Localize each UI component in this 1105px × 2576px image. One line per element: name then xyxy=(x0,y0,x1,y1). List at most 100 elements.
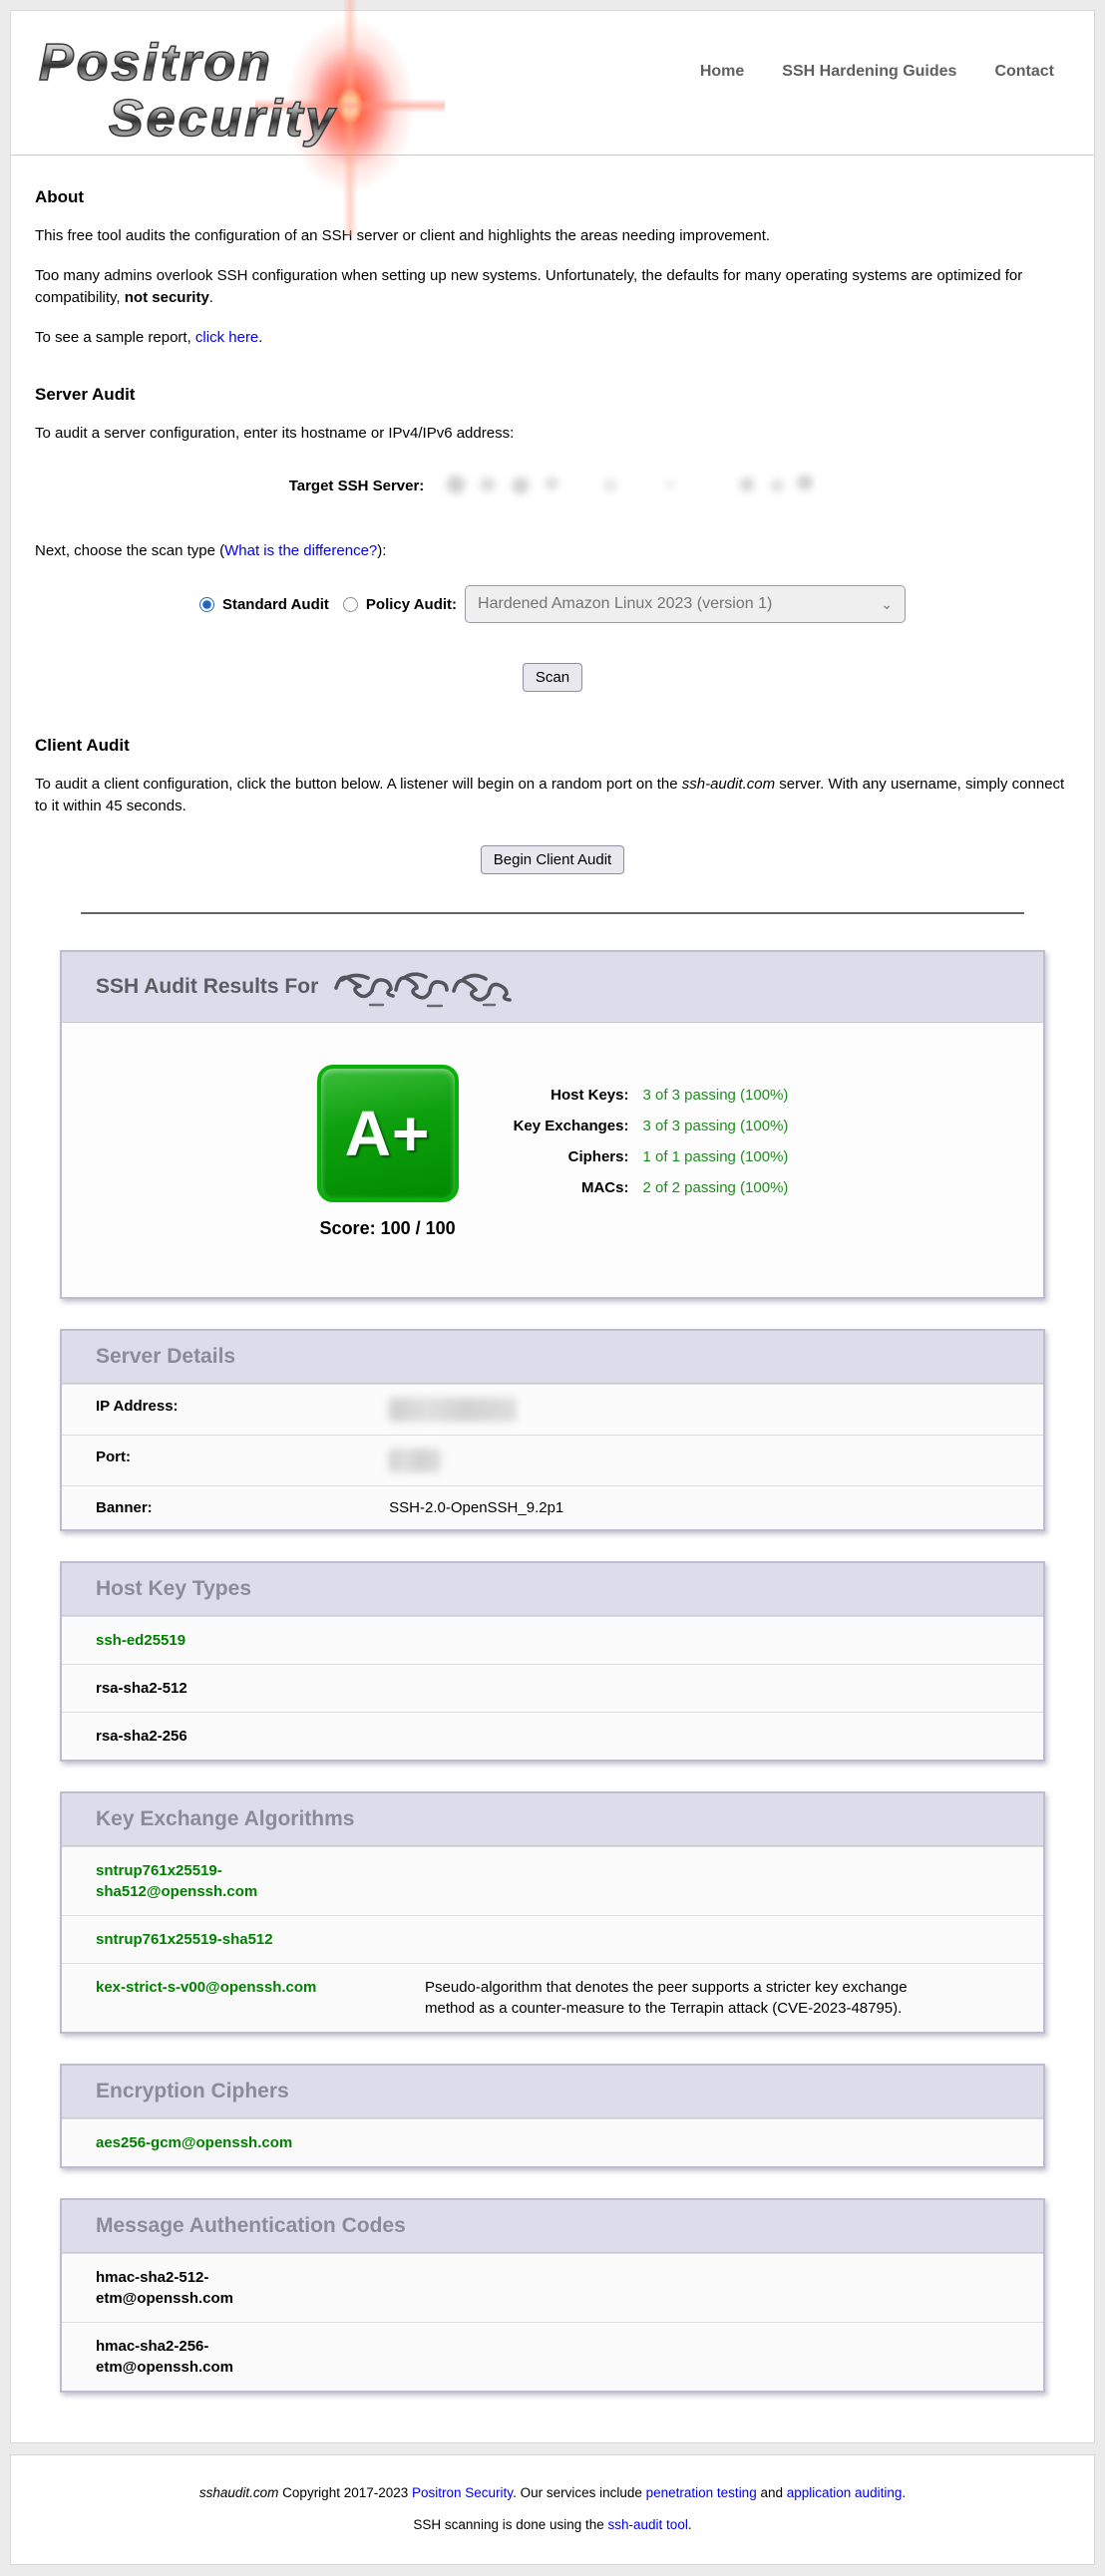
results-summary-body: A+ Score: 100 / 100 Host Keys: 3 of 3 pa… xyxy=(62,1023,1043,1297)
redacted-hostname-scribble xyxy=(332,966,522,1008)
stat-label-key-exchanges: Key Exchanges: xyxy=(514,1118,629,1134)
target-ssh-server-input[interactable] xyxy=(432,471,816,500)
client-audit-heading: Client Audit xyxy=(35,736,1074,756)
target-ssh-server-label: Target SSH Server: xyxy=(289,478,425,494)
table-row: sntrup761x25519-sha512 xyxy=(62,1915,1043,1963)
macs-header: Message Authentication Codes xyxy=(62,2200,1043,2253)
table-row: Banner: SSH-2.0-OpenSSH_9.2p1 xyxy=(62,1485,1043,1529)
chevron-down-icon: ⌄ xyxy=(881,599,893,609)
footer-link-penetration-testing[interactable]: penetration testing xyxy=(646,2485,757,2500)
footer-link-positron-security[interactable]: Positron Security xyxy=(412,2485,513,2500)
site-footer: sshaudit.com Copyright 2017-2023 Positro… xyxy=(10,2454,1095,2565)
mac-name: hmac-sha2-512-etm@openssh.com xyxy=(96,2267,323,2309)
redacted-port-value xyxy=(389,1449,441,1472)
scan-type-difference-link[interactable]: What is the difference? xyxy=(224,542,377,559)
key-exchange-panel: Key Exchange Algorithms sntrup761x25519-… xyxy=(60,1791,1045,2034)
not-security-bold: not security xyxy=(125,289,209,306)
policy-select-value: Hardened Amazon Linux 2023 (version 1) xyxy=(478,595,772,613)
port-label: Port: xyxy=(96,1449,385,1465)
stat-label-ciphers: Ciphers: xyxy=(514,1148,629,1165)
policy-audit-label[interactable]: Policy Audit: xyxy=(366,596,457,613)
host-key-types-header: Host Key Types xyxy=(62,1563,1043,1616)
server-audit-intro: To audit a server configuration, enter i… xyxy=(35,423,1074,445)
table-row: hmac-sha2-512-etm@openssh.com xyxy=(62,2253,1043,2322)
banner-value: SSH-2.0-OpenSSH_9.2p1 xyxy=(389,1499,563,1516)
grade-badge: A+ xyxy=(317,1065,459,1202)
footer-site-name: sshaudit.com xyxy=(199,2485,279,2500)
macs-panel: Message Authentication Codes hmac-sha2-5… xyxy=(60,2198,1045,2393)
table-row: ssh-ed25519 xyxy=(62,1616,1043,1664)
footer-tool-line: SSH scanning is done using the ssh-audit… xyxy=(11,2517,1094,2532)
main-nav: Home SSH Hardening Guides Contact xyxy=(700,63,1054,81)
table-row: IP Address: xyxy=(62,1384,1043,1435)
sample-report-link[interactable]: click here xyxy=(195,329,258,346)
results-summary-header: SSH Audit Results For xyxy=(62,952,1043,1023)
about-paragraph-1: This free tool audits the configuration … xyxy=(35,225,1074,247)
nav-link-home[interactable]: Home xyxy=(700,63,744,81)
table-row: rsa-sha2-512 xyxy=(62,1664,1043,1712)
server-details-panel: Server Details IP Address: Port: Banner:… xyxy=(60,1329,1045,1531)
table-row: hmac-sha2-256-etm@openssh.com xyxy=(62,2322,1043,2391)
policy-select[interactable]: Hardened Amazon Linux 2023 (version 1) ⌄ xyxy=(465,585,906,623)
footer-link-ssh-audit-tool[interactable]: ssh-audit tool xyxy=(608,2517,688,2532)
begin-client-audit-button[interactable]: Begin Client Audit xyxy=(481,845,624,874)
table-row: rsa-sha2-256 xyxy=(62,1712,1043,1760)
target-ssh-server-row: Target SSH Server: xyxy=(31,471,1074,500)
kex-algorithm-name: sntrup761x25519-sha512 xyxy=(96,1929,273,1950)
footer-link-application-auditing[interactable]: application auditing xyxy=(787,2485,903,2500)
table-row: Port: xyxy=(62,1435,1043,1485)
stat-value-macs: 2 of 2 passing (100%) xyxy=(642,1179,788,1196)
mac-name: hmac-sha2-256-etm@openssh.com xyxy=(96,2336,323,2378)
kex-algorithm-note: Pseudo-algorithm that denotes the peer s… xyxy=(425,1977,923,2019)
encryption-ciphers-header: Encryption Ciphers xyxy=(62,2066,1043,2118)
score-text: Score: 100 / 100 xyxy=(317,1218,459,1239)
server-details-header: Server Details xyxy=(62,1331,1043,1384)
kex-algorithm-name: kex-strict-s-v00@openssh.com xyxy=(96,1977,316,1998)
key-exchange-header: Key Exchange Algorithms xyxy=(62,1793,1043,1846)
cipher-name: aes256-gcm@openssh.com xyxy=(96,2132,292,2153)
standard-audit-label[interactable]: Standard Audit xyxy=(222,596,329,613)
host-key-types-panel: Host Key Types ssh-ed25519 rsa-sha2-512 … xyxy=(60,1561,1045,1762)
grade-column: A+ Score: 100 / 100 xyxy=(317,1065,459,1239)
site-header: Positron Security Home SSH Hardening Gui… xyxy=(11,11,1094,156)
results-summary-panel: SSH Audit Results For A+ xyxy=(60,950,1045,1299)
ip-address-label: IP Address: xyxy=(96,1398,385,1415)
positron-security-logo[interactable]: Positron Security xyxy=(39,33,458,153)
results-stats: Host Keys: 3 of 3 passing (100%) Key Exc… xyxy=(514,1087,789,1196)
footer-copyright-line: sshaudit.com Copyright 2017-2023 Positro… xyxy=(11,2485,1094,2500)
nav-link-ssh-hardening-guides[interactable]: SSH Hardening Guides xyxy=(782,63,956,81)
redacted-input-blur xyxy=(432,471,816,500)
host-key-name: rsa-sha2-512 xyxy=(96,1678,187,1699)
banner-label: Banner: xyxy=(96,1499,385,1516)
policy-audit-radio[interactable] xyxy=(343,597,358,612)
about-heading: About xyxy=(35,187,1074,207)
section-divider xyxy=(81,912,1024,914)
main-page-panel: Positron Security Home SSH Hardening Gui… xyxy=(10,10,1095,2443)
stat-value-host-keys: 3 of 3 passing (100%) xyxy=(642,1087,788,1104)
stat-value-key-exchanges: 3 of 3 passing (100%) xyxy=(642,1118,788,1134)
standard-audit-radio[interactable] xyxy=(199,597,214,612)
logo-word-security: Security xyxy=(109,89,337,149)
host-key-name: rsa-sha2-256 xyxy=(96,1726,187,1747)
client-audit-paragraph: To audit a client configuration, click t… xyxy=(35,774,1074,817)
scan-type-options-row: Standard Audit Policy Audit: Hardened Am… xyxy=(31,585,1074,623)
table-row: kex-strict-s-v00@openssh.com Pseudo-algo… xyxy=(62,1963,1043,2032)
client-audit-button-row: Begin Client Audit xyxy=(31,845,1074,874)
stat-value-ciphers: 1 of 1 passing (100%) xyxy=(642,1148,788,1165)
kex-algorithm-name: sntrup761x25519-sha512@openssh.com xyxy=(96,1860,323,1902)
server-audit-heading: Server Audit xyxy=(35,385,1074,405)
encryption-ciphers-panel: Encryption Ciphers aes256-gcm@openssh.co… xyxy=(60,2064,1045,2168)
results-title: SSH Audit Results For xyxy=(96,975,318,999)
nav-link-contact[interactable]: Contact xyxy=(994,63,1054,81)
logo-word-positron: Positron xyxy=(39,33,273,93)
redacted-ip-address-value xyxy=(389,1398,517,1422)
table-row: aes256-gcm@openssh.com xyxy=(62,2118,1043,2166)
grade-letter: A+ xyxy=(345,1097,431,1170)
scan-type-text: Next, choose the scan type (What is the … xyxy=(35,542,1074,559)
host-key-name: ssh-ed25519 xyxy=(96,1630,185,1651)
about-paragraph-3: To see a sample report, click here. xyxy=(35,327,1074,349)
stat-label-host-keys: Host Keys: xyxy=(514,1087,629,1104)
table-row: sntrup761x25519-sha512@openssh.com xyxy=(62,1846,1043,1915)
scan-button[interactable]: Scan xyxy=(523,663,582,692)
stat-label-macs: MACs: xyxy=(514,1179,629,1196)
